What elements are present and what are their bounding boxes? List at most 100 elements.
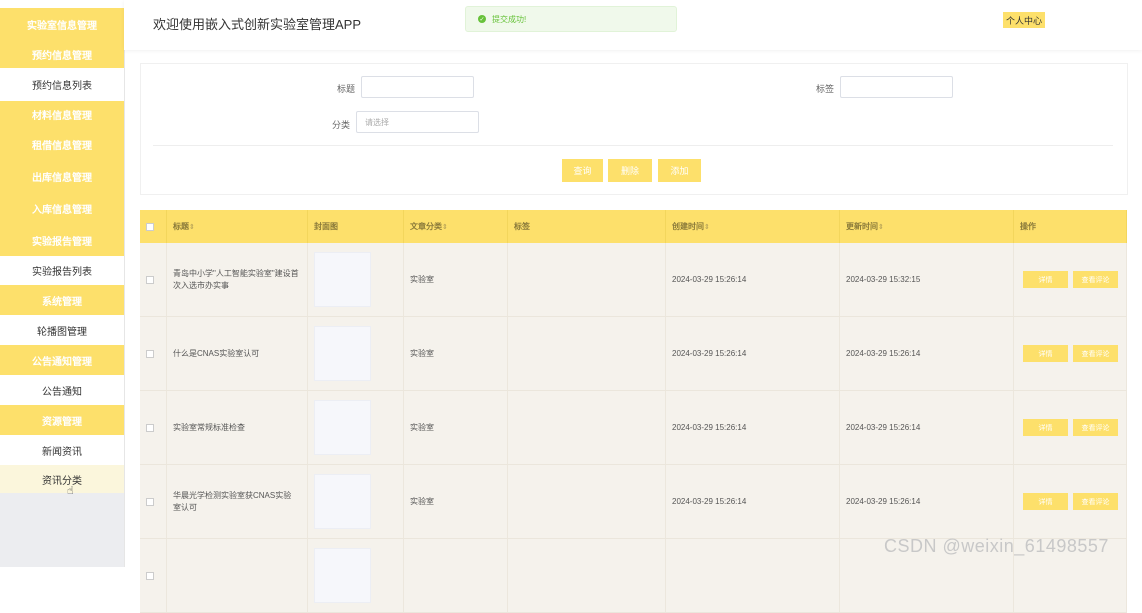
column-header-label: 标签: [514, 222, 530, 231]
checkbox-icon: [146, 571, 154, 580]
column-header-5[interactable]: 更新时间 ⇕: [840, 210, 1014, 243]
sidebar-group-report[interactable]: 实验报告管理: [0, 224, 124, 256]
sidebar-group-system[interactable]: 系统管理: [0, 285, 124, 315]
toast-message: 提交成功!: [492, 14, 527, 24]
category-label: 分类: [332, 120, 351, 130]
row-checkbox[interactable]: [140, 243, 167, 316]
delete-button[interactable]: 删除: [608, 159, 652, 182]
tag-cell: [508, 317, 666, 390]
actions-cell: 详情 查看评论: [1014, 317, 1127, 390]
query-button[interactable]: 查询: [562, 159, 603, 182]
created-time-cell: 2024-03-29 15:26:14: [666, 465, 840, 538]
sort-icon[interactable]: ⇕: [878, 223, 884, 231]
column-header-0[interactable]: 标题 ⇕: [167, 210, 308, 243]
table-row: 青岛中小学"人工智能实验室"建设首次入选市办实事 实验室 2024-03-29 15…: [140, 243, 1127, 317]
sort-icon[interactable]: ⇕: [189, 223, 195, 231]
sidebar-item-carousel[interactable]: 轮播图管理: [0, 315, 124, 346]
row-checkbox[interactable]: [140, 317, 167, 390]
sidebar-group-rental[interactable]: 租借信息管理: [0, 128, 124, 160]
cover-image: [314, 400, 371, 455]
row-checkbox[interactable]: [140, 391, 167, 464]
sidebar-group-material[interactable]: 材料信息管理: [0, 101, 124, 128]
sidebar-item-notice[interactable]: 公告通知: [0, 375, 124, 406]
sidebar-item-report-list[interactable]: 实验报告列表: [0, 256, 124, 286]
tag-cell: [508, 539, 666, 612]
detail-button[interactable]: 详情: [1023, 271, 1068, 288]
row-checkbox[interactable]: [140, 465, 167, 538]
row-checkbox[interactable]: [140, 539, 167, 612]
user-center-button[interactable]: 个人中心: [1003, 12, 1045, 28]
checkbox-icon: [146, 222, 154, 231]
cover-image: [314, 548, 371, 603]
select-all-checkbox[interactable]: [140, 210, 167, 243]
sidebar-item-label: 新闻资讯: [42, 446, 82, 458]
sidebar-group-outbound[interactable]: 出库信息管理: [0, 160, 124, 192]
column-header-2[interactable]: 文章分类 ⇕: [404, 210, 508, 243]
app-title: 欢迎使用嵌入式创新实验室管理APP: [153, 17, 362, 32]
sidebar-item-label: 预约信息管理: [32, 51, 92, 62]
table-header: 标题 ⇕ 封面图 文章分类 ⇕ 标签 创建时间 ⇕ 更新时间 ⇕ 操作: [140, 210, 1127, 243]
cover-cell: [308, 539, 404, 612]
column-header-3: 标签: [508, 210, 666, 243]
sidebar-item-label: 资源管理: [42, 416, 82, 428]
sidebar-group-lab-info[interactable]: 实验室信息管理: [0, 8, 124, 41]
category-cell: 实验室: [404, 391, 508, 464]
sidebar-group-notice[interactable]: 公告通知管理: [0, 345, 124, 375]
detail-button[interactable]: 详情: [1023, 493, 1068, 510]
table-row: 华晨光学检测实验室获CNAS实验室认可 实验室 2024-03-29 15:26:1…: [140, 465, 1127, 539]
created-time-cell: 2024-03-29 15:26:14: [666, 317, 840, 390]
sidebar-item-label: 预约信息列表: [32, 81, 92, 92]
actions-cell: 详情 查看评论: [1014, 465, 1127, 538]
tag-label: 标签: [816, 84, 835, 94]
add-button[interactable]: 添加: [658, 159, 701, 182]
sidebar-item-news-category[interactable]: 资讯分类: [0, 465, 124, 493]
sidebar-group-resource[interactable]: 资源管理: [0, 405, 124, 435]
sidebar-group-inbound[interactable]: 入库信息管理: [0, 192, 124, 224]
column-header-4[interactable]: 创建时间 ⇕: [666, 210, 840, 243]
actions-cell: 详情 查看评论: [1014, 391, 1127, 464]
created-time-cell: [666, 539, 840, 612]
view-comments-button[interactable]: 查看评论: [1073, 271, 1118, 288]
sidebar-item-label: 实验报告列表: [32, 267, 92, 278]
column-header-label: 文章分类: [410, 222, 442, 231]
cover-image: [314, 474, 371, 529]
category-cell: 实验室: [404, 317, 508, 390]
sidebar-item-label: 公告通知管理: [32, 356, 92, 368]
sidebar-group-reservation[interactable]: 预约信息管理: [0, 41, 124, 68]
cover-image: [314, 252, 371, 307]
detail-button[interactable]: 详情: [1023, 419, 1068, 436]
search-divider: [153, 145, 1113, 146]
sidebar-item-label: 材料信息管理: [32, 111, 92, 122]
sidebar-item-reservation-list[interactable]: 预约信息列表: [0, 68, 124, 102]
sidebar-item-label: 实验室信息管理: [27, 21, 97, 32]
category-cell: 实验室: [404, 465, 508, 538]
title-cell: 实验室常规标准检查: [167, 391, 308, 464]
sort-icon[interactable]: ⇕: [442, 223, 448, 231]
tag-input[interactable]: [840, 76, 953, 98]
view-comments-button[interactable]: 查看评论: [1073, 493, 1118, 510]
updated-time-cell: 2024-03-29 15:26:14: [840, 317, 1014, 390]
title-cell: 什么是CNAS实验室认可: [167, 317, 308, 390]
checkbox-icon: [146, 349, 154, 358]
sidebar-item-label: 公告通知: [42, 386, 82, 398]
tag-cell: [508, 243, 666, 316]
title-cell: 青岛中小学"人工智能实验室"建设首次入选市办实事: [167, 243, 308, 316]
view-comments-button[interactable]: 查看评论: [1073, 419, 1118, 436]
watermark: CSDN @weixin_61498557: [884, 536, 1109, 556]
title-cell: [167, 539, 308, 612]
category-cell: 实验室: [404, 243, 508, 316]
category-cell: [404, 539, 508, 612]
title-input[interactable]: [361, 76, 474, 98]
view-comments-button[interactable]: 查看评论: [1073, 345, 1118, 362]
actions-cell: 详情 查看评论: [1014, 243, 1127, 316]
cover-image: [314, 326, 371, 381]
column-header-label: 创建时间: [672, 222, 704, 231]
category-select[interactable]: 请选择: [356, 111, 479, 133]
tag-cell: [508, 391, 666, 464]
sidebar-item-news[interactable]: 新闻资讯: [0, 435, 124, 466]
column-header-label: 更新时间: [846, 222, 878, 231]
sidebar-item-label: 资讯分类: [42, 475, 82, 487]
detail-button[interactable]: 详情: [1023, 345, 1068, 362]
sort-icon[interactable]: ⇕: [704, 223, 710, 231]
checkbox-icon: [146, 423, 154, 432]
